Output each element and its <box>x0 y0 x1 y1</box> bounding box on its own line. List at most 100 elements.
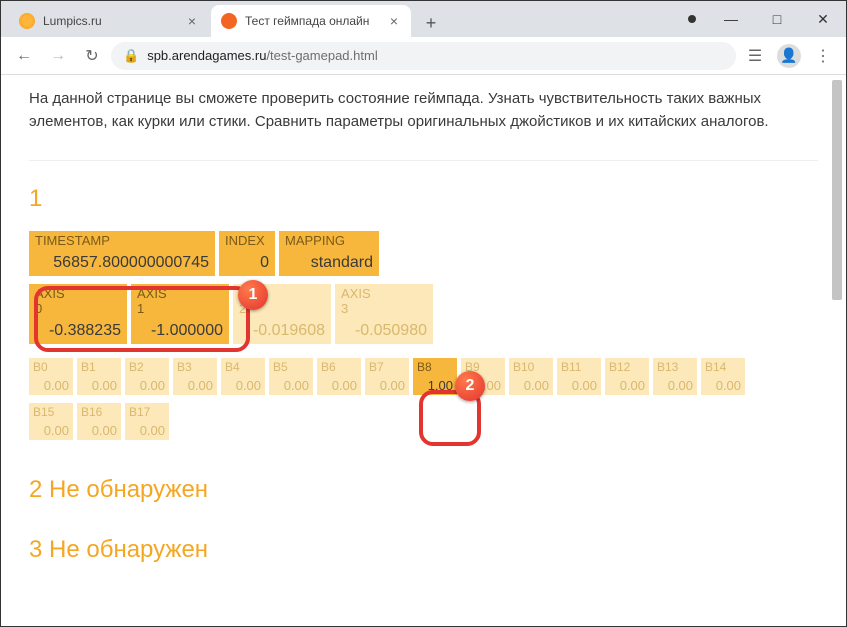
page-description: На данной странице вы сможете проверить … <box>29 87 818 134</box>
button-label: B14 <box>705 360 741 374</box>
reading-list-icon[interactable]: ☰ <box>740 41 770 71</box>
button-label: B15 <box>33 405 69 419</box>
button-cell-b3: B3 0.00 <box>173 358 217 395</box>
axis-label: AXIS1 <box>137 286 223 316</box>
button-cell-b7: B7 0.00 <box>365 358 409 395</box>
profile-button[interactable]: 👤 <box>774 41 804 71</box>
mapping-cell: MAPPING standard <box>279 231 379 276</box>
button-value: 0.00 <box>513 378 549 393</box>
minimize-button[interactable]: ― <box>708 1 754 37</box>
scrollbar[interactable] <box>830 76 844 624</box>
button-label: B10 <box>513 360 549 374</box>
url-text: spb.arendagames.ru/test-gamepad.html <box>147 48 378 63</box>
button-value: 0.00 <box>33 423 69 438</box>
button-value: 0.00 <box>465 378 501 393</box>
button-label: B8 <box>417 360 453 374</box>
button-value: 0.00 <box>369 378 405 393</box>
button-value: 0.00 <box>129 378 165 393</box>
timestamp-cell: TIMESTAMP 56857.800000000745 <box>29 231 215 276</box>
address-bar[interactable]: 🔒 spb.arendagames.ru/test-gamepad.html <box>111 42 736 70</box>
button-cell-b11: B11 0.00 <box>557 358 601 395</box>
gamepad-2-title: 2 Не обнаружен <box>29 476 818 504</box>
maximize-button[interactable]: □ <box>754 1 800 37</box>
buttons-row-1: B00.00B10.00B20.00B30.00B40.00B50.00B60.… <box>29 358 818 395</box>
button-label: B7 <box>369 360 405 374</box>
axis-value: -0.388235 <box>35 322 121 340</box>
button-label: B12 <box>609 360 645 374</box>
axis-value: -0.019608 <box>239 322 325 340</box>
buttons-row-2: B15 0.00 B16 0.00 B170.00 <box>29 403 818 440</box>
incognito-icon <box>688 15 696 23</box>
button-value: 0.00 <box>657 378 693 393</box>
button-value: 0.00 <box>561 378 597 393</box>
back-button[interactable]: ← <box>9 41 39 71</box>
button-value: 1.00 <box>417 378 453 393</box>
button-cell-b14: B14 0.00 <box>701 358 745 395</box>
gamepad-1-title: 1 <box>29 185 818 213</box>
axis-cell: AXIS2-0.019608 <box>233 284 331 344</box>
button-cell-b0: B0 0.00 <box>29 358 73 395</box>
browser-tabstrip: Lumpics.ru × Тест геймпада онлайн × + ― … <box>1 1 846 37</box>
close-window-button[interactable]: ✕ <box>800 1 846 37</box>
button-cell-b12: B120.00 <box>605 358 649 395</box>
button-label: B3 <box>177 360 213 374</box>
window-controls: ― □ ✕ <box>688 1 846 37</box>
tab-title: Lumpics.ru <box>43 14 179 28</box>
reload-button[interactable]: ↻ <box>77 41 107 71</box>
axes-row: AXIS0 -0.388235 AXIS1 -1.000000 AXIS2-0.0196… <box>29 284 818 344</box>
button-cell-b9: B9 0.00 <box>461 358 505 395</box>
axis-label: AXIS0 <box>35 286 121 316</box>
meta-row: TIMESTAMP 56857.800000000745 INDEX 0 MAP… <box>29 231 818 276</box>
button-label: B1 <box>81 360 117 374</box>
button-label: B16 <box>81 405 117 419</box>
button-label: B17 <box>129 405 165 419</box>
button-value: 0.00 <box>177 378 213 393</box>
button-cell-b13: B13 0.00 <box>653 358 697 395</box>
browser-toolbar: ← → ↻ 🔒 spb.arendagames.ru/test-gamepad.… <box>1 37 846 75</box>
button-label: B4 <box>225 360 261 374</box>
close-icon[interactable]: × <box>387 14 401 28</box>
scrollbar-thumb[interactable] <box>832 80 842 300</box>
button-value: 0.00 <box>273 378 309 393</box>
menu-button[interactable]: ⋮ <box>808 41 838 71</box>
new-tab-button[interactable]: + <box>417 9 445 37</box>
button-label: B2 <box>129 360 165 374</box>
button-cell-b6: B60.00 <box>317 358 361 395</box>
button-cell-b8: B8 1.00 <box>413 358 457 395</box>
button-label: B6 <box>321 360 357 374</box>
button-label: B5 <box>273 360 309 374</box>
divider <box>29 160 818 161</box>
tab-title: Тест геймпада онлайн <box>245 14 381 28</box>
page-content: На данной странице вы сможете проверить … <box>1 75 846 594</box>
tab-gamepad-test[interactable]: Тест геймпада онлайн × <box>211 5 411 37</box>
tab-lumpics[interactable]: Lumpics.ru × <box>9 5 209 37</box>
button-label: B11 <box>561 360 597 374</box>
button-value: 0.00 <box>81 378 117 393</box>
gamepad-3-title: 3 Не обнаружен <box>29 536 818 564</box>
axis-label: AXIS3 <box>341 286 427 316</box>
axis-cell: AXIS3-0.050980 <box>335 284 433 344</box>
button-value: 0.00 <box>33 378 69 393</box>
close-icon[interactable]: × <box>185 14 199 28</box>
button-cell-b10: B10 0.00 <box>509 358 553 395</box>
button-label: B13 <box>657 360 693 374</box>
button-value: 0.00 <box>705 378 741 393</box>
button-label: B0 <box>33 360 69 374</box>
button-cell-b1: B1 0.00 <box>77 358 121 395</box>
button-cell-b5: B5 0.00 <box>269 358 313 395</box>
index-cell: INDEX 0 <box>219 231 275 276</box>
favicon-icon <box>221 13 237 29</box>
button-cell-b4: B4 0.00 <box>221 358 265 395</box>
button-label: B9 <box>465 360 501 374</box>
button-cell-b17: B170.00 <box>125 403 169 440</box>
axis-cell: AXIS0 -0.388235 <box>29 284 127 344</box>
favicon-icon <box>19 13 35 29</box>
button-value: 0.00 <box>225 378 261 393</box>
button-cell-b2: B2 0.00 <box>125 358 169 395</box>
button-cell-b15: B15 0.00 <box>29 403 73 440</box>
button-cell-b16: B16 0.00 <box>77 403 121 440</box>
axis-value: -1.000000 <box>137 322 223 340</box>
axis-cell: AXIS1 -1.000000 <box>131 284 229 344</box>
forward-button[interactable]: → <box>43 41 73 71</box>
button-value: 0.00 <box>81 423 117 438</box>
